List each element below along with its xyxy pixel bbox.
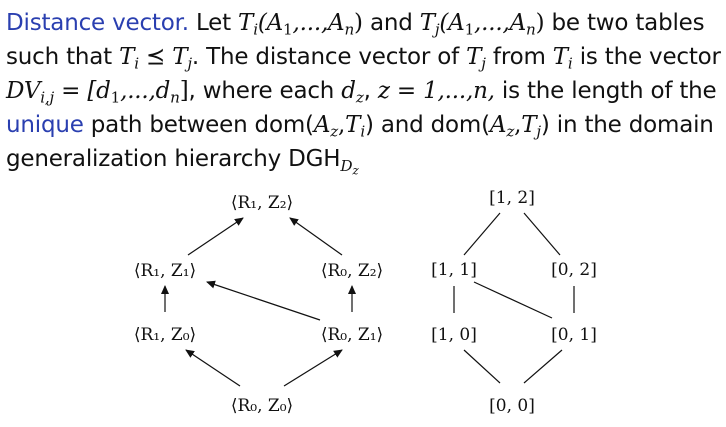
edge-r-midright-top: [523, 212, 561, 256]
edge-r-bottom-lowright: [523, 349, 563, 384]
node-l-bottom: ⟨R₀, Z₀⟩: [231, 396, 293, 416]
edge-r-midleft-top: [463, 212, 501, 256]
edge-l-lowright-midleft: [206, 280, 321, 321]
node-l-mid-left: ⟨R₁, Z₁⟩: [134, 261, 196, 281]
lattice-diagrams: ⟨R₁, Z₂⟩ ⟨R₁, Z₁⟩ ⟨R₀, Z₂⟩ ⟨R₁, Z₀⟩ ⟨R₀,…: [134, 188, 597, 416]
node-r-mid-right: [0, 2]: [551, 260, 597, 280]
node-l-low-right: ⟨R₀, Z₁⟩: [321, 325, 383, 345]
node-r-bottom: [0, 0]: [489, 396, 535, 416]
node-r-low-right: [0, 1]: [551, 325, 597, 345]
left-lattice-nodes: ⟨R₁, Z₂⟩ ⟨R₁, Z₁⟩ ⟨R₀, Z₂⟩ ⟨R₁, Z₀⟩ ⟨R₀,…: [134, 193, 383, 416]
edge-r-lowright-midleft: [473, 281, 553, 319]
edge-l-midleft-top: [187, 217, 244, 256]
node-r-top: [1, 2]: [489, 188, 535, 208]
right-lattice-nodes: [1, 2] [1, 1] [0, 2] [1, 0] [0, 1] [0, 0…: [431, 188, 597, 416]
left-lattice: [161, 217, 356, 387]
node-r-mid-left: [1, 1]: [431, 260, 477, 280]
right-lattice: [453, 212, 575, 384]
edge-r-bottom-lowleft: [463, 349, 501, 384]
edge-l-midright-top: [289, 217, 343, 256]
node-r-low-left: [1, 0]: [431, 325, 477, 345]
node-l-mid-right: ⟨R₀, Z₂⟩: [321, 261, 383, 281]
node-l-top: ⟨R₁, Z₂⟩: [231, 193, 293, 213]
edge-l-bottom-lowleft: [185, 349, 241, 387]
edge-l-bottom-lowright: [283, 349, 343, 387]
node-l-low-left: ⟨R₁, Z₀⟩: [134, 325, 196, 345]
